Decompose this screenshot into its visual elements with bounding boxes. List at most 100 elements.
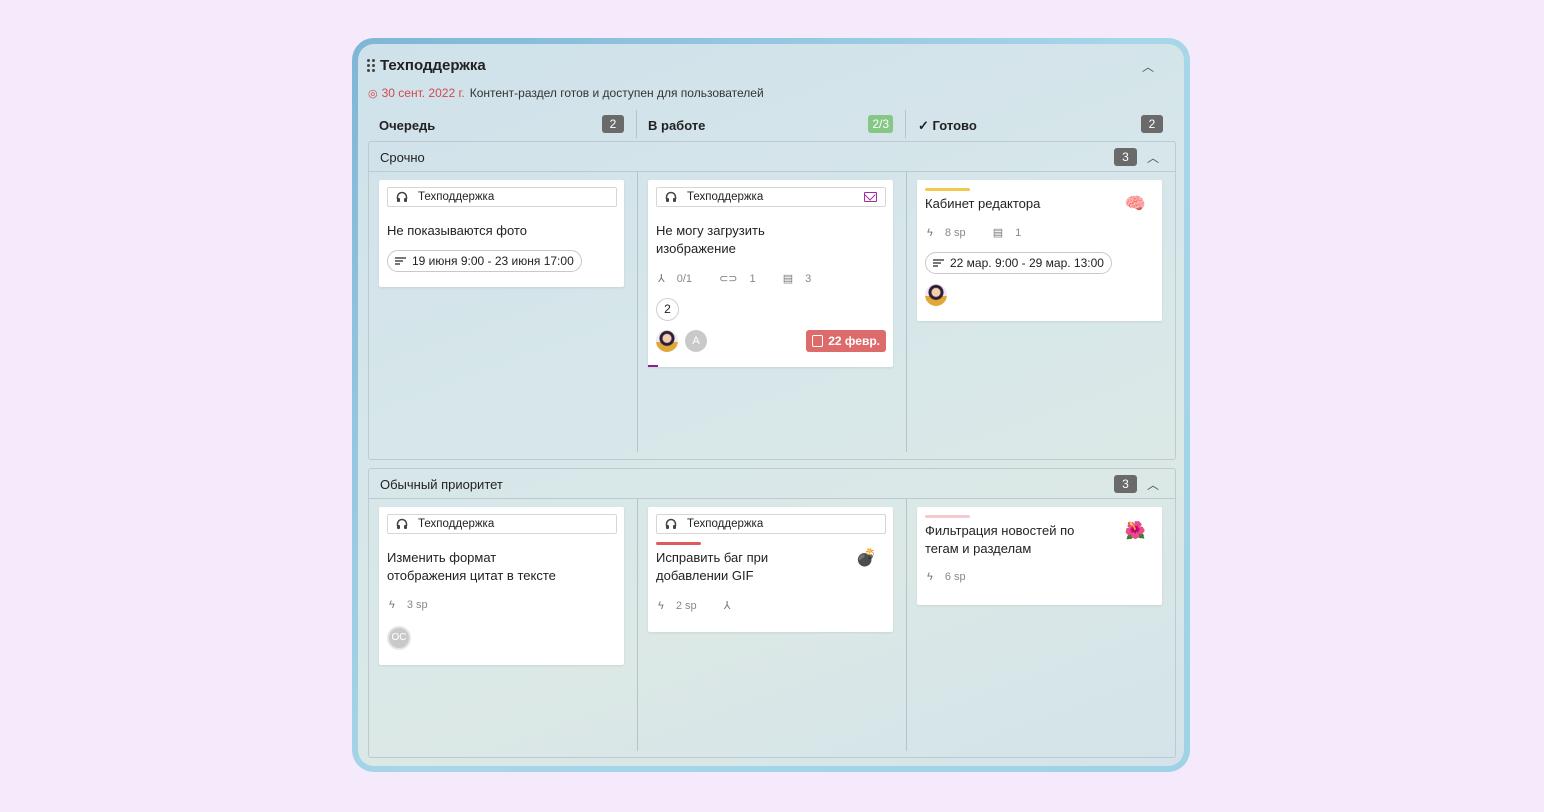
card-title[interactable]: Не могу загрузить изображение [656, 222, 765, 258]
date-range-chip[interactable]: 19 июня 9:00 - 23 июня 17:00 [387, 250, 582, 272]
column-divider [905, 110, 906, 138]
column-divider [636, 110, 637, 138]
color-stripe [656, 542, 701, 545]
column-divider [637, 172, 638, 452]
headphones-icon [396, 518, 408, 529]
goal-date: 30 сент. 2022 г. [381, 86, 465, 100]
card-title[interactable]: Кабинет редактора [925, 195, 1040, 213]
project-tag[interactable]: Техподдержка [387, 514, 617, 534]
check-icon: ✓ [918, 118, 929, 133]
project-tag-label: Техподдержка [418, 191, 495, 203]
project-tag-label: Техподдержка [687, 518, 764, 530]
paperclip-icon: ⊂⊃ [719, 273, 738, 285]
comment-icon: ▤ [992, 227, 1004, 239]
story-points[interactable]: ϟ8 sp [927, 227, 978, 239]
subtasks-icon: ⅄ [658, 273, 665, 285]
subtasks[interactable]: ⅄ 0/1 [658, 273, 704, 285]
bolt-icon: ϟ [927, 571, 933, 583]
column-label: Очередь [379, 118, 436, 133]
board-title: Техподдержка [380, 57, 486, 74]
board-frame: Техподдержка ︿ ◎ 30 сент. 2022 г. Контент-… [352, 38, 1190, 772]
card[interactable]: Техподдержка Исправить баг при добавлени… [648, 507, 893, 632]
number-badge[interactable]: 2 [656, 298, 679, 321]
chevron-up-icon[interactable]: ︿ [1147, 476, 1159, 493]
board-goal: ◎ 30 сент. 2022 г. Контент-раздел готов и … [368, 86, 764, 100]
chevron-up-icon[interactable]: ︿ [1147, 149, 1159, 166]
bolt-icon: ϟ [927, 227, 933, 239]
progress-bar [648, 365, 658, 367]
bolt-icon: ϟ [658, 600, 664, 612]
card-title[interactable]: Фильтрация новостей по тегам и разделам [925, 522, 1074, 558]
date-range-chip[interactable]: 22 мар. 9:00 - 29 мар. 13:00 [925, 252, 1112, 274]
headphones-icon [665, 518, 677, 529]
card[interactable]: Техподдержка Не показываются фото 19 июн… [379, 180, 624, 287]
card-meta: ⅄ 0/1 ⊂⊃ 1 ▤ 3 [658, 272, 835, 285]
subtasks-icon: ⅄ [723, 600, 731, 612]
column-header-queue[interactable]: Очередь 2 [379, 110, 624, 138]
story-points[interactable]: ϟ6 sp [927, 571, 978, 583]
chevron-up-icon[interactable]: ︿ [1142, 58, 1154, 75]
color-stripe [925, 188, 970, 191]
project-tag[interactable]: Техподдержка [656, 514, 886, 534]
card-title[interactable]: Изменить формат отображения цитат в текс… [387, 549, 556, 585]
card[interactable]: Техподдержка Не могу загрузить изображен… [648, 180, 893, 367]
column-count: 2 [1141, 115, 1163, 133]
mail-icon [864, 192, 877, 202]
project-tag-label: Техподдержка [687, 191, 764, 203]
due-date-badge[interactable]: 22 февр. [806, 330, 886, 352]
calendar-icon [812, 335, 824, 347]
bomb-emoji-icon: 💣 [855, 548, 877, 567]
comments[interactable]: ▤ 3 [783, 273, 824, 285]
avatar-placeholder[interactable]: A [685, 330, 707, 352]
project-tag[interactable]: Техподдержка [656, 187, 886, 207]
swimlane-count: 3 [1114, 475, 1137, 493]
card[interactable]: Фильтрация новостей по тегам и разделам … [917, 507, 1162, 605]
card-meta: ϟ3 sp [389, 599, 452, 611]
subtasks[interactable]: ⅄ [724, 600, 743, 612]
column-label: Готово [932, 118, 977, 133]
swimlane-header[interactable]: Срочно 3 ︿ [369, 142, 1175, 172]
swimlane-header[interactable]: Обычный приоритет 3 ︿ [369, 469, 1175, 499]
brain-emoji-icon: 🧠 [1124, 194, 1146, 213]
project-tag-label: Техподдержка [418, 518, 495, 530]
column-label: В работе [648, 118, 706, 133]
comment-icon: ▤ [782, 273, 794, 285]
attachments[interactable]: ⊂⊃ 1 [719, 273, 768, 285]
target-icon: ◎ [368, 88, 378, 100]
goal-text: Контент-раздел готов и доступен для поль… [469, 86, 764, 100]
column-count: 2/3 [868, 115, 893, 133]
project-tag[interactable]: Техподдержка [387, 187, 617, 207]
bolt-icon: ϟ [389, 599, 395, 611]
avatar[interactable] [656, 330, 678, 352]
column-header-in-progress[interactable]: В работе 2/3 [648, 110, 893, 138]
column-divider [637, 499, 638, 751]
description-icon [395, 257, 406, 265]
card[interactable]: Кабинет редактора 🧠 ϟ8 sp ▤ 1 22 мар. 9:0… [917, 180, 1162, 321]
swimlane-name: Обычный приоритет [380, 477, 503, 492]
board-header: Техподдержка ︿ [358, 44, 1184, 84]
date-range: 22 мар. 9:00 - 29 мар. 13:00 [950, 256, 1104, 270]
column-divider [906, 172, 907, 452]
card-meta: ϟ2 sp ⅄ [658, 599, 754, 612]
swimlane-name: Срочно [380, 150, 425, 165]
story-points[interactable]: ϟ3 sp [389, 599, 440, 611]
description-icon [933, 259, 944, 267]
swimlane-count: 3 [1114, 148, 1137, 166]
headphones-icon [396, 191, 408, 202]
comments[interactable]: ▤ 1 [993, 227, 1034, 239]
column-header-done[interactable]: ✓ Готово 2 [918, 110, 1163, 138]
color-stripe [925, 515, 970, 518]
card[interactable]: Техподдержка Изменить формат отображения… [379, 507, 624, 665]
flower-emoji-icon: 🌺 [1124, 521, 1146, 540]
card-meta: ϟ8 sp ▤ 1 [927, 226, 1045, 239]
card-title[interactable]: Не показываются фото [387, 222, 527, 240]
avatar[interactable] [925, 284, 947, 306]
column-divider [906, 499, 907, 751]
column-count: 2 [602, 115, 624, 133]
board: Техподдержка ︿ ◎ 30 сент. 2022 г. Контент-… [358, 44, 1184, 766]
date-range: 19 июня 9:00 - 23 июня 17:00 [412, 254, 574, 268]
story-points[interactable]: ϟ2 sp [658, 600, 709, 612]
card-title[interactable]: Исправить баг при добавлении GIF [656, 549, 768, 585]
avatar-initials[interactable]: OC [387, 626, 411, 650]
drag-handle-icon[interactable] [367, 59, 377, 73]
